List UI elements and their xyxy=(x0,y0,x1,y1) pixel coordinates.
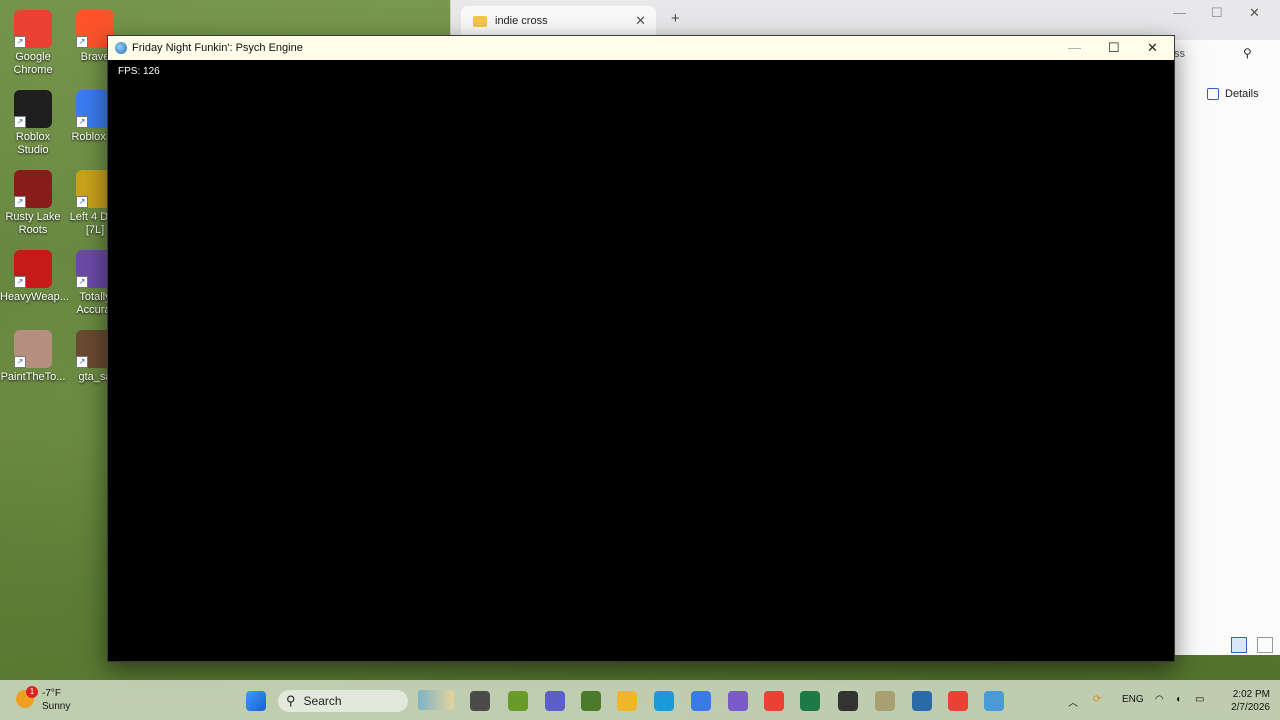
weather-temp: -7°F xyxy=(42,688,61,699)
game-window-title: Friday Night Funkin': Psych Engine xyxy=(132,42,303,54)
volume-icon[interactable]: ◖ xyxy=(1175,694,1181,705)
chrome-icon[interactable] xyxy=(764,691,784,711)
search-icon[interactable]: ⚲ xyxy=(1243,46,1252,60)
start-button-windows-icon[interactable] xyxy=(246,691,266,711)
desktop-icon-label: Rusty Lake Roots xyxy=(5,211,61,236)
desktop-icon-label: Brave xyxy=(80,51,110,63)
game-minimize-button[interactable]: — xyxy=(1068,40,1081,55)
app-icon: ↗ xyxy=(14,170,52,208)
shortcut-arrow-icon: ↗ xyxy=(76,356,88,368)
fps-counter: FPS: 126 xyxy=(118,66,160,77)
desktop-icon-label: HeavyWeap... xyxy=(0,291,69,303)
details-button[interactable]: Details xyxy=(1207,88,1259,100)
clock-time: 2:02 PM xyxy=(1232,689,1270,700)
battery-icon[interactable]: ▭ xyxy=(1195,694,1204,705)
app-icon: ↗ xyxy=(14,250,52,288)
game-maximize-button[interactable]: ☐ xyxy=(1108,40,1120,56)
shortcut-arrow-icon: ↗ xyxy=(76,276,88,288)
notification-badge: 1 xyxy=(26,686,38,698)
app-icon: ↗ xyxy=(14,90,52,128)
language-indicator[interactable]: ENG xyxy=(1122,694,1144,705)
game-icon[interactable] xyxy=(875,691,895,711)
excel-icon[interactable] xyxy=(800,691,820,711)
desktop-icon[interactable]: ↗ Rusty Lake Roots xyxy=(0,170,66,237)
list-view-button[interactable] xyxy=(1231,637,1247,653)
weather-condition: Sunny xyxy=(42,701,71,712)
game-titlebar[interactable]: Friday Night Funkin': Psych Engine — ☐ ✕ xyxy=(108,36,1174,60)
tiles-view-button[interactable] xyxy=(1257,637,1273,653)
explorer-maximize-icon[interactable]: ☐ xyxy=(1211,5,1223,21)
explorer-right-pane xyxy=(1173,40,1280,655)
search-label: Search xyxy=(303,694,342,708)
taskbar-search-box[interactable]: ⚲ Search xyxy=(278,690,408,712)
explorer-tabbar: indie cross ✕ + — ☐ ✕ xyxy=(451,0,1280,40)
search-highlight-image[interactable] xyxy=(418,690,454,710)
taskbar xyxy=(0,680,1280,720)
psych-engine-taskbar-icon[interactable] xyxy=(984,691,1004,711)
folder-icon[interactable] xyxy=(617,691,637,711)
shortcut-arrow-icon: ↗ xyxy=(76,196,88,208)
chrome-profile-icon[interactable] xyxy=(948,691,968,711)
minecraft-icon[interactable] xyxy=(581,691,601,711)
psych-engine-app-icon xyxy=(115,42,127,54)
explorer-close-icon[interactable]: ✕ xyxy=(1249,5,1260,21)
explorer-minimize-icon[interactable]: — xyxy=(1173,5,1186,20)
desktop-icon[interactable]: ↗ Google Chrome xyxy=(0,10,66,77)
show-hidden-icons-chevron-icon[interactable]: ︿ xyxy=(1068,694,1078,709)
shortcut-arrow-icon: ↗ xyxy=(14,356,26,368)
new-tab-button[interactable]: + xyxy=(671,10,680,27)
desktop-icon[interactable]: ↗ HeavyWeap... xyxy=(0,250,69,304)
edge-icon[interactable] xyxy=(654,691,674,711)
file-explorer-icon[interactable] xyxy=(470,691,490,711)
explorer-tab[interactable]: indie cross ✕ xyxy=(461,6,656,36)
sync-icon[interactable]: ⟳ xyxy=(1093,694,1101,705)
desktop-icon[interactable]: ↗ Roblox Studio xyxy=(0,90,66,157)
obs-icon[interactable] xyxy=(838,691,858,711)
game-window[interactable]: Friday Night Funkin': Psych Engine — ☐ ✕… xyxy=(107,35,1175,662)
shortcut-arrow-icon: ↗ xyxy=(14,196,26,208)
explorer-search-box[interactable]: ss xyxy=(1174,48,1185,60)
desktop-icon[interactable]: ↗ PaintTheTo... xyxy=(0,330,66,384)
wifi-icon[interactable]: ◠ xyxy=(1155,694,1164,705)
search-icon: ⚲ xyxy=(286,693,296,708)
details-label: Details xyxy=(1225,88,1259,100)
desktop-icon-label: Roblox Studio xyxy=(15,131,51,156)
shortcut-arrow-icon: ↗ xyxy=(14,116,26,128)
copilot-icon[interactable] xyxy=(691,691,711,711)
teams-icon[interactable] xyxy=(545,691,565,711)
shortcut-arrow-icon: ↗ xyxy=(76,36,88,48)
app-icon: ↗ xyxy=(14,330,52,368)
app-icon: ↗ xyxy=(14,10,52,48)
desktop-icon-label: Google Chrome xyxy=(13,51,53,76)
clock-date: 2/7/2026 xyxy=(1231,702,1270,713)
folder-icon xyxy=(473,15,487,27)
shortcut-arrow-icon: ↗ xyxy=(14,276,26,288)
game-close-button[interactable]: ✕ xyxy=(1147,40,1158,56)
shortcut-arrow-icon: ↗ xyxy=(76,116,88,128)
steam-like-icon[interactable] xyxy=(912,691,932,711)
details-pane-icon xyxy=(1207,88,1219,100)
tab-close-icon[interactable]: ✕ xyxy=(635,13,646,29)
explorer-tab-title: indie cross xyxy=(495,15,548,27)
viber-icon[interactable] xyxy=(728,691,748,711)
clock[interactable]: 2:02 PM 2/7/2026 xyxy=(1218,688,1270,714)
shortcut-arrow-icon: ↗ xyxy=(14,36,26,48)
desktop-icon-label: PaintTheTo... xyxy=(0,371,66,383)
minecraft-launcher-icon[interactable] xyxy=(508,691,528,711)
